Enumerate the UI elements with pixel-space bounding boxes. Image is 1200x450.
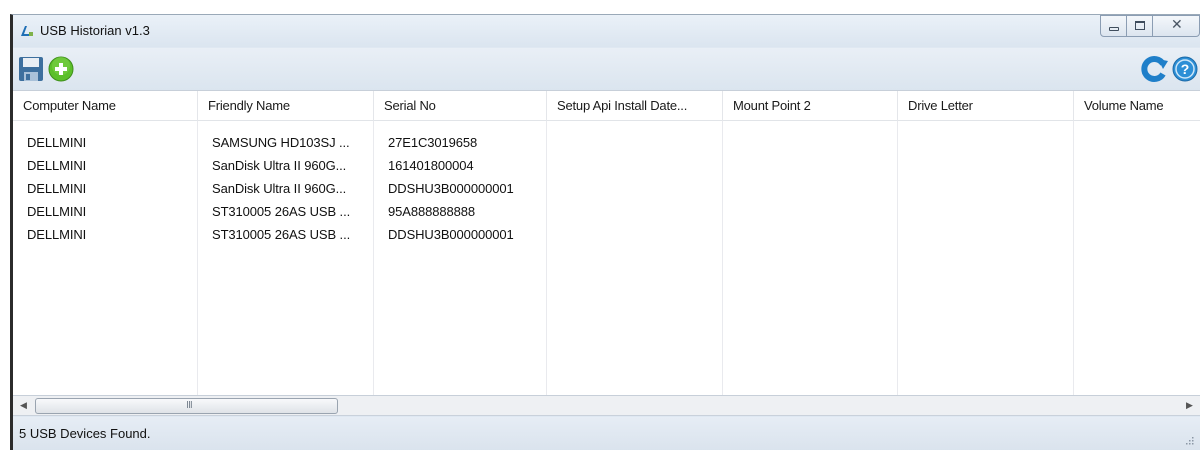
horizontal-scrollbar[interactable]: ◀ III ▶ [13,396,1200,416]
cell-serial-no: 27E1C3019658 [388,135,478,150]
maximize-button[interactable] [1126,15,1153,37]
column-divider [547,121,723,395]
add-icon[interactable] [47,55,75,83]
cell-computer-name: DELLMINI [27,227,87,242]
cell-friendly-name: ST310005 26AS USB ... [212,227,351,242]
cell-friendly-name: SanDisk Ultra II 960G... [212,181,347,196]
table-row[interactable]: DELLMINI SanDisk Ultra II 960G... DDSHU3… [13,177,547,200]
close-icon: ✕ [1171,17,1183,33]
window-controls: ✕ [1100,15,1200,37]
column-setup-api-install-date[interactable]: Setup Api Install Date... [547,91,723,121]
column-mount-point-2[interactable]: Mount Point 2 [723,91,898,121]
status-bar: 5 USB Devices Found. [13,417,1200,450]
resize-grip-icon[interactable] [1184,435,1194,445]
refresh-icon[interactable] [1141,55,1169,83]
maximize-icon [1135,21,1145,30]
column-computer-name[interactable]: Computer Name [13,91,198,121]
column-divider [723,121,898,395]
window-title: USB Historian v1.3 [40,23,150,38]
minimize-button[interactable] [1100,15,1127,37]
column-header: Computer Name Friendly Name Serial No Se… [13,91,1200,121]
table-row[interactable]: DELLMINI ST310005 26AS USB ... 95A888888… [13,200,547,223]
usb-historian-app-icon [21,26,33,36]
table-row[interactable]: DELLMINI SanDisk Ultra II 960G... 161401… [13,154,547,177]
cell-computer-name: DELLMINI [27,158,87,173]
scroll-right-icon[interactable]: ▶ [1181,398,1198,414]
column-volume-name[interactable]: Volume Name [1074,91,1200,121]
column-divider [898,121,1074,395]
cell-serial-no: DDSHU3B000000001 [388,227,514,242]
column-friendly-name[interactable]: Friendly Name [198,91,374,121]
cell-serial-no: DDSHU3B000000001 [388,181,514,196]
cell-computer-name: DELLMINI [27,181,87,196]
close-button[interactable]: ✕ [1152,15,1200,37]
app-window: USB Historian v1.3 ✕ ? Computer Name Fri… [10,14,1200,450]
column-serial-no[interactable]: Serial No [374,91,547,121]
save-icon[interactable] [17,55,45,83]
cell-computer-name: DELLMINI [27,135,87,150]
table-row[interactable]: DELLMINI SAMSUNG HD103SJ ... 27E1C301965… [13,131,547,154]
status-text: 5 USB Devices Found. [19,426,151,441]
cell-friendly-name: SAMSUNG HD103SJ ... [212,135,350,150]
cell-computer-name: DELLMINI [27,204,87,219]
column-drive-letter[interactable]: Drive Letter [898,91,1074,121]
cell-friendly-name: SanDisk Ultra II 960G... [212,158,347,173]
cell-serial-no: 95A888888888 [388,204,476,219]
help-icon[interactable]: ? [1171,55,1199,83]
cell-serial-no: 161401800004 [388,158,474,173]
title-bar[interactable]: USB Historian v1.3 ✕ [13,15,1200,47]
cell-friendly-name: ST310005 26AS USB ... [212,204,351,219]
svg-text:?: ? [1181,61,1190,77]
scroll-left-icon[interactable]: ◀ [15,398,32,414]
minimize-icon [1109,27,1119,31]
device-list: Computer Name Friendly Name Serial No Se… [13,90,1200,396]
scrollbar-grip: III [186,400,193,411]
table-body: DELLMINI SAMSUNG HD103SJ ... 27E1C301965… [13,131,547,246]
toolbar: ? [13,48,1200,90]
table-row[interactable]: DELLMINI ST310005 26AS USB ... DDSHU3B00… [13,223,547,246]
scrollbar-thumb[interactable]: III [35,398,338,414]
